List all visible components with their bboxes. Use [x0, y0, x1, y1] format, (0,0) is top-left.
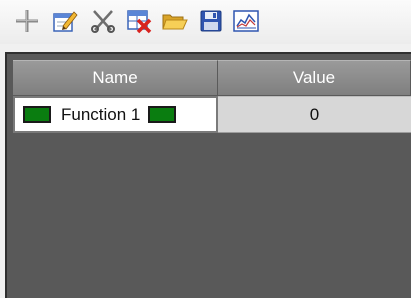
- function-name: Function 1: [61, 104, 141, 124]
- function-color-swatch[interactable]: [23, 106, 51, 123]
- graph-icon: [233, 10, 259, 32]
- cut-button[interactable]: [88, 9, 118, 33]
- function-name-cell[interactable]: Function 1: [13, 96, 218, 133]
- toolbar: [0, 0, 411, 44]
- delete-table-button[interactable]: [124, 9, 154, 34]
- save-button[interactable]: [196, 9, 226, 33]
- function-value-cell[interactable]: 0: [218, 96, 411, 133]
- edit-button[interactable]: [50, 9, 80, 33]
- graph-button[interactable]: [231, 9, 261, 33]
- delete-table-icon: [127, 10, 152, 34]
- value-column-header[interactable]: Value: [218, 60, 411, 96]
- table-row[interactable]: Function 1 0: [13, 96, 411, 133]
- open-folder-button[interactable]: [160, 9, 190, 33]
- save-icon: [200, 10, 222, 32]
- open-folder-icon: [162, 14, 188, 30]
- cut-icon: [91, 10, 115, 33]
- name-column-header[interactable]: Name: [13, 60, 218, 96]
- add-icon: [16, 10, 38, 32]
- function-color-swatch-right[interactable]: [148, 106, 177, 123]
- edit-icon: [53, 11, 78, 32]
- add-button[interactable]: [12, 9, 42, 33]
